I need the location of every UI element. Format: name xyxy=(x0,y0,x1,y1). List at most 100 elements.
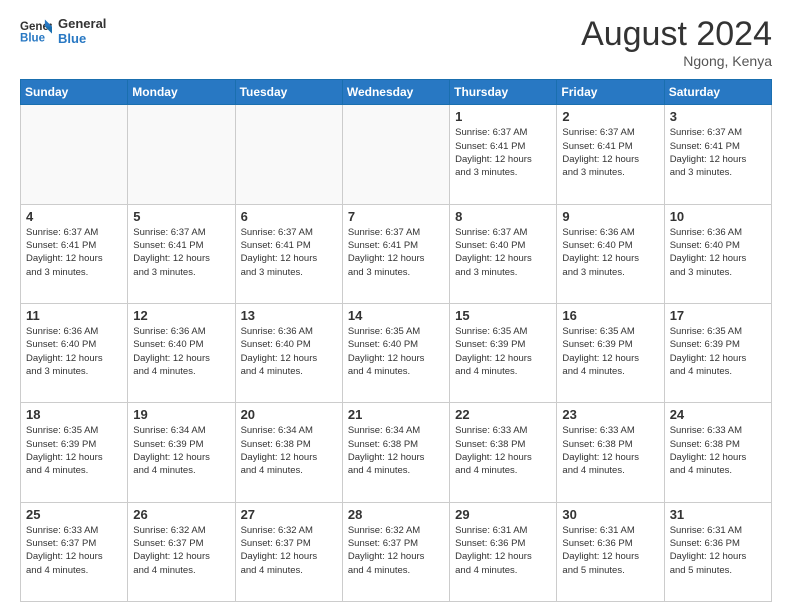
header: General Blue General Blue August 2024 Ng… xyxy=(20,16,772,69)
logo: General Blue General Blue xyxy=(20,16,106,46)
day-info: Sunrise: 6:35 AM Sunset: 6:39 PM Dayligh… xyxy=(26,424,122,477)
day-cell: 20 Sunrise: 6:34 AM Sunset: 6:38 PM Dayli… xyxy=(235,403,342,502)
day-info: Sunrise: 6:35 AM Sunset: 6:40 PM Dayligh… xyxy=(348,325,444,378)
day-info: Sunrise: 6:36 AM Sunset: 6:40 PM Dayligh… xyxy=(562,226,658,279)
day-number: 1 xyxy=(455,109,551,124)
day-info: Sunrise: 6:32 AM Sunset: 6:37 PM Dayligh… xyxy=(133,524,229,577)
day-number: 3 xyxy=(670,109,766,124)
day-cell: 15 Sunrise: 6:35 AM Sunset: 6:39 PM Dayli… xyxy=(450,304,557,403)
day-cell: 13Sunrise: 6:36 AM Sunset: 6:40 PM Dayli… xyxy=(235,304,342,403)
day-number: 22 xyxy=(455,407,551,422)
day-cell: 17 Sunrise: 6:35 AM Sunset: 6:39 PM Dayli… xyxy=(664,304,771,403)
day-number: 20 xyxy=(241,407,337,422)
day-info: Sunrise: 6:37 AM Sunset: 6:41 PM Dayligh… xyxy=(455,126,551,179)
calendar-table: SundayMondayTuesdayWednesdayThursdayFrid… xyxy=(20,79,772,602)
day-number: 9 xyxy=(562,209,658,224)
day-cell: 4 Sunrise: 6:37 AM Sunset: 6:41 PM Daylig… xyxy=(21,204,128,303)
day-cell: 12 Sunrise: 6:36 AM Sunset: 6:40 PM Dayli… xyxy=(128,304,235,403)
day-number: 24 xyxy=(670,407,766,422)
day-info: Sunrise: 6:37 AM Sunset: 6:41 PM Dayligh… xyxy=(241,226,337,279)
week-row-1: 1 Sunrise: 6:37 AM Sunset: 6:41 PM Daylig… xyxy=(21,105,772,204)
day-info: Sunrise: 6:36 AM Sunset: 6:40 PM Dayligh… xyxy=(133,325,229,378)
day-cell: 8 Sunrise: 6:37 AM Sunset: 6:40 PM Daylig… xyxy=(450,204,557,303)
day-info: Sunrise: 6:37 AM Sunset: 6:40 PM Dayligh… xyxy=(455,226,551,279)
day-number: 26 xyxy=(133,507,229,522)
day-number: 2 xyxy=(562,109,658,124)
week-row-2: 4 Sunrise: 6:37 AM Sunset: 6:41 PM Daylig… xyxy=(21,204,772,303)
day-number: 15 xyxy=(455,308,551,323)
day-info: Sunrise: 6:37 AM Sunset: 6:41 PM Dayligh… xyxy=(26,226,122,279)
day-cell: 18 Sunrise: 6:35 AM Sunset: 6:39 PM Dayli… xyxy=(21,403,128,502)
day-number: 17 xyxy=(670,308,766,323)
col-header-saturday: Saturday xyxy=(664,80,771,105)
month-title: August 2024 xyxy=(581,16,772,53)
day-cell: 23 Sunrise: 6:33 AM Sunset: 6:38 PM Dayli… xyxy=(557,403,664,502)
day-cell: 9 Sunrise: 6:36 AM Sunset: 6:40 PM Daylig… xyxy=(557,204,664,303)
svg-text:Blue: Blue xyxy=(20,33,46,45)
day-number: 12 xyxy=(133,308,229,323)
day-info: Sunrise: 6:33 AM Sunset: 6:38 PM Dayligh… xyxy=(562,424,658,477)
day-info: Sunrise: 6:36 AM Sunset: 6:40 PM Dayligh… xyxy=(26,325,122,378)
day-number: 29 xyxy=(455,507,551,522)
day-info: Sunrise: 6:36 AM Sunset: 6:40 PM Dayligh… xyxy=(670,226,766,279)
day-info: Sunrise: 6:35 AM Sunset: 6:39 PM Dayligh… xyxy=(562,325,658,378)
day-cell: 21 Sunrise: 6:34 AM Sunset: 6:38 PM Dayli… xyxy=(342,403,449,502)
week-row-4: 18 Sunrise: 6:35 AM Sunset: 6:39 PM Dayli… xyxy=(21,403,772,502)
day-number: 23 xyxy=(562,407,658,422)
day-cell: 6 Sunrise: 6:37 AM Sunset: 6:41 PM Daylig… xyxy=(235,204,342,303)
col-header-sunday: Sunday xyxy=(21,80,128,105)
day-cell xyxy=(235,105,342,204)
day-number: 7 xyxy=(348,209,444,224)
day-info: Sunrise: 6:33 AM Sunset: 6:37 PM Dayligh… xyxy=(26,524,122,577)
day-cell xyxy=(21,105,128,204)
col-header-monday: Monday xyxy=(128,80,235,105)
calendar-header-row: SundayMondayTuesdayWednesdayThursdayFrid… xyxy=(21,80,772,105)
day-info: Sunrise: 6:37 AM Sunset: 6:41 PM Dayligh… xyxy=(670,126,766,179)
day-cell: 7Sunrise: 6:37 AM Sunset: 6:41 PM Daylig… xyxy=(342,204,449,303)
day-cell: 26 Sunrise: 6:32 AM Sunset: 6:37 PM Dayli… xyxy=(128,502,235,601)
col-header-wednesday: Wednesday xyxy=(342,80,449,105)
day-cell: 28Sunrise: 6:32 AM Sunset: 6:37 PM Dayli… xyxy=(342,502,449,601)
day-number: 4 xyxy=(26,209,122,224)
day-number: 18 xyxy=(26,407,122,422)
day-cell xyxy=(128,105,235,204)
logo-general: General xyxy=(58,16,106,31)
day-info: Sunrise: 6:33 AM Sunset: 6:38 PM Dayligh… xyxy=(670,424,766,477)
day-info: Sunrise: 6:34 AM Sunset: 6:38 PM Dayligh… xyxy=(241,424,337,477)
day-info: Sunrise: 6:35 AM Sunset: 6:39 PM Dayligh… xyxy=(670,325,766,378)
day-info: Sunrise: 6:31 AM Sunset: 6:36 PM Dayligh… xyxy=(670,524,766,577)
day-number: 8 xyxy=(455,209,551,224)
col-header-thursday: Thursday xyxy=(450,80,557,105)
day-cell xyxy=(342,105,449,204)
day-cell: 1 Sunrise: 6:37 AM Sunset: 6:41 PM Daylig… xyxy=(450,105,557,204)
day-info: Sunrise: 6:34 AM Sunset: 6:39 PM Dayligh… xyxy=(133,424,229,477)
day-cell: 29Sunrise: 6:31 AM Sunset: 6:36 PM Dayli… xyxy=(450,502,557,601)
day-info: Sunrise: 6:37 AM Sunset: 6:41 PM Dayligh… xyxy=(133,226,229,279)
day-cell: 16 Sunrise: 6:35 AM Sunset: 6:39 PM Dayli… xyxy=(557,304,664,403)
day-cell: 11Sunrise: 6:36 AM Sunset: 6:40 PM Dayli… xyxy=(21,304,128,403)
day-cell: 24 Sunrise: 6:33 AM Sunset: 6:38 PM Dayli… xyxy=(664,403,771,502)
day-info: Sunrise: 6:31 AM Sunset: 6:36 PM Dayligh… xyxy=(562,524,658,577)
day-cell: 31 Sunrise: 6:31 AM Sunset: 6:36 PM Dayli… xyxy=(664,502,771,601)
day-info: Sunrise: 6:35 AM Sunset: 6:39 PM Dayligh… xyxy=(455,325,551,378)
week-row-3: 11Sunrise: 6:36 AM Sunset: 6:40 PM Dayli… xyxy=(21,304,772,403)
day-cell: 25Sunrise: 6:33 AM Sunset: 6:37 PM Dayli… xyxy=(21,502,128,601)
col-header-friday: Friday xyxy=(557,80,664,105)
day-number: 27 xyxy=(241,507,337,522)
day-cell: 30Sunrise: 6:31 AM Sunset: 6:36 PM Dayli… xyxy=(557,502,664,601)
day-info: Sunrise: 6:34 AM Sunset: 6:38 PM Dayligh… xyxy=(348,424,444,477)
day-number: 14 xyxy=(348,308,444,323)
day-info: Sunrise: 6:32 AM Sunset: 6:37 PM Dayligh… xyxy=(241,524,337,577)
title-block: August 2024 Ngong, Kenya xyxy=(581,16,772,69)
day-cell: 14 Sunrise: 6:35 AM Sunset: 6:40 PM Dayli… xyxy=(342,304,449,403)
day-info: Sunrise: 6:33 AM Sunset: 6:38 PM Dayligh… xyxy=(455,424,551,477)
logo-icon: General Blue xyxy=(20,17,52,45)
day-number: 21 xyxy=(348,407,444,422)
day-number: 31 xyxy=(670,507,766,522)
day-number: 16 xyxy=(562,308,658,323)
day-cell: 27 Sunrise: 6:32 AM Sunset: 6:37 PM Dayli… xyxy=(235,502,342,601)
day-number: 5 xyxy=(133,209,229,224)
day-number: 19 xyxy=(133,407,229,422)
day-cell: 3 Sunrise: 6:37 AM Sunset: 6:41 PM Daylig… xyxy=(664,105,771,204)
day-number: 6 xyxy=(241,209,337,224)
